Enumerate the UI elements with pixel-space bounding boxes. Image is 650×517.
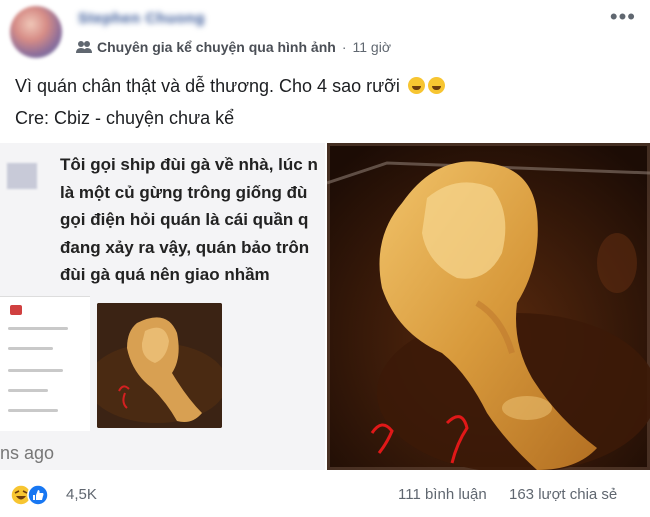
like-reaction-icon — [27, 484, 49, 506]
thumbnail-logo — [10, 305, 22, 315]
post-image-left[interactable]: Tôi gọi ship đùi gà về nhà, lúc n là một… — [0, 143, 325, 470]
comment-line: Tôi gọi ship đùi gà về nhà, lúc n — [60, 155, 318, 174]
post-text: Vì quán chân thật và dễ thương. Cho 4 sa… — [15, 76, 400, 96]
comment-line: gọi điện hỏi quán là cái quần q — [60, 210, 309, 229]
laughing-emoji-icon — [427, 77, 445, 94]
app-screenshot-thumbnail — [0, 296, 90, 431]
author-name[interactable]: Stephen Chuong — [78, 10, 205, 27]
thumbnail-line — [8, 369, 63, 372]
ginger-photo-large — [327, 143, 650, 470]
reaction-count[interactable]: 4,5K — [66, 486, 97, 503]
thumbnail-line — [8, 389, 48, 392]
ginger-photo-small — [97, 303, 222, 428]
comment-count[interactable]: 111 bình luận — [398, 486, 487, 503]
post-credit: Cre: Cbiz - chuyện chưa kể — [15, 108, 235, 128]
facebook-post: Stephen Chuong Chuyên gia kể chuyện qua … — [0, 0, 650, 517]
group-link[interactable]: Chuyên gia kể chuyện qua hình ảnh — [97, 39, 336, 55]
small-food-photo — [97, 303, 222, 428]
post-timestamp[interactable]: 11 giờ — [353, 39, 392, 55]
blurred-avatar — [7, 163, 37, 189]
post-meta: Chuyên gia kể chuyện qua hình ảnh · 11 g… — [76, 38, 391, 56]
comment-time-ago: ns ago — [0, 443, 55, 463]
post-text-line: Vì quán chân thật và dễ thương. Cho 4 sa… — [15, 76, 445, 97]
meta-separator: · — [341, 39, 347, 55]
avatar[interactable] — [10, 6, 62, 58]
share-count[interactable]: 163 lượt chia sẻ — [509, 486, 617, 503]
more-options-icon[interactable]: ••• — [610, 6, 636, 28]
reaction-icons[interactable] — [10, 484, 62, 506]
thumbnail-line — [8, 409, 58, 412]
thumbnail-line — [8, 347, 53, 350]
comment-line: đang xảy ra vậy, quán bảo trôn — [60, 237, 310, 257]
thumbnail-line — [8, 327, 68, 330]
screenshot-comment-text: Tôi gọi ship đùi gà về nhà, lúc n là một… — [60, 151, 325, 289]
group-icon — [76, 41, 92, 53]
post-image-right[interactable] — [327, 143, 650, 470]
laughing-emoji-icon — [407, 77, 425, 94]
comment-line: đùi gà quá nên giao nhầm — [60, 265, 270, 284]
comment-line: là một củ gừng trông giống đù — [60, 182, 308, 202]
